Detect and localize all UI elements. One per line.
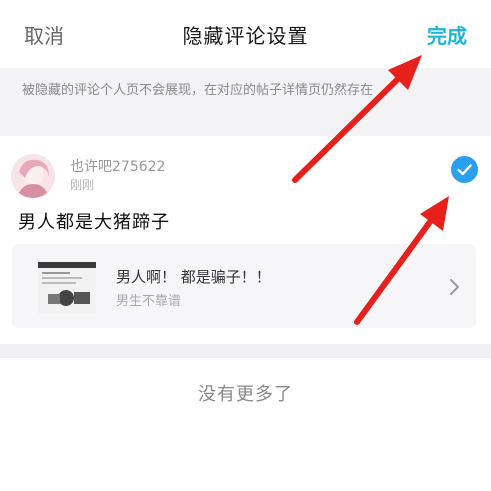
post-subtitle: 男生不靠谱 <box>116 294 182 309</box>
comment-username[interactable]: 也许吧275622 <box>70 156 165 176</box>
chevron-right-icon <box>450 279 459 295</box>
avatar <box>11 154 55 198</box>
nav-bar: 取消 隐藏评论设置 完成 <box>0 0 491 68</box>
section-divider <box>0 344 491 358</box>
no-more-text: 没有更多了 <box>198 384 293 405</box>
checkmark-icon <box>457 164 472 176</box>
comment-item: 也许吧275622 刚刚 男人都是大猪蹄子 男人啊！ 都是骗子！！ 男生不靠谱 <box>0 136 491 344</box>
comment-time: 刚刚 <box>70 178 95 192</box>
done-button[interactable]: 完成 <box>427 20 467 49</box>
source-post-card[interactable]: 男人啊！ 都是骗子！！ 男生不靠谱 <box>12 244 476 328</box>
comment-text: 男人都是大猪蹄子 <box>18 212 170 233</box>
post-thumbnail <box>38 262 96 314</box>
page-title: 隐藏评论设置 <box>182 24 309 48</box>
hidden-comment-notice: 被隐藏的评论个人页不会展现，在对应的帖子详情页仍然存在 <box>0 68 491 136</box>
post-title: 男人啊！ 都是骗子！！ <box>116 268 271 286</box>
select-checkbox[interactable] <box>451 156 478 183</box>
